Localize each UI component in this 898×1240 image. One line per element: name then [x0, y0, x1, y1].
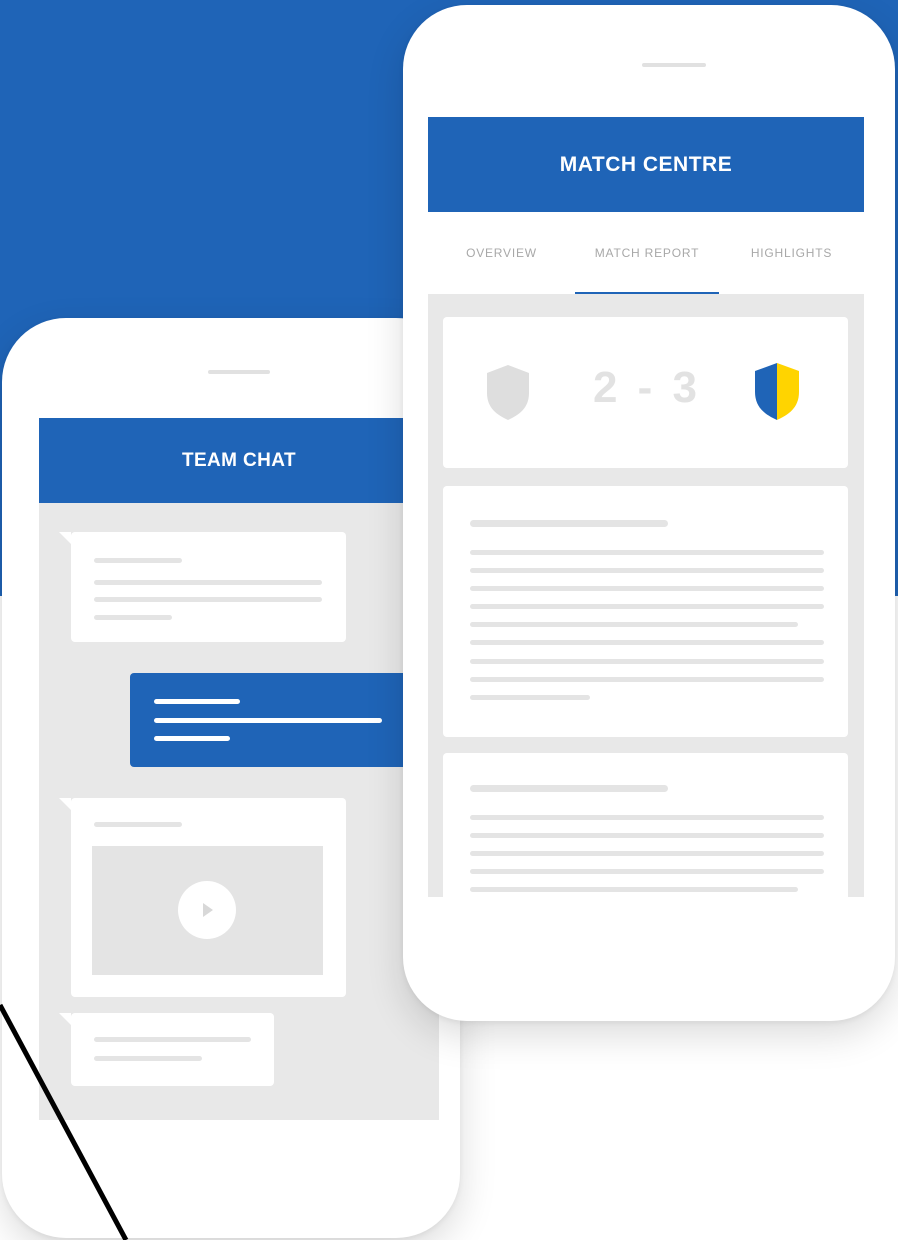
match-centre-phone: MATCH CENTRE OVERVIEW MATCH REPORT HIGHL… [403, 5, 895, 1021]
report-line [470, 851, 824, 856]
message-line [94, 580, 322, 585]
video-thumbnail[interactable] [92, 846, 323, 975]
report-line [470, 659, 824, 664]
match-report-card[interactable] [443, 753, 848, 897]
report-heading-line [470, 785, 668, 792]
play-button[interactable] [178, 881, 236, 939]
report-line [470, 640, 824, 645]
message-line [154, 718, 382, 723]
report-line [470, 869, 824, 874]
tab-highlights[interactable]: HIGHLIGHTS [719, 212, 864, 294]
report-line [470, 550, 824, 555]
report-line [470, 622, 798, 627]
score-card[interactable]: 2 - 3 [443, 317, 848, 468]
tab-match-report[interactable]: MATCH REPORT [575, 212, 719, 294]
chat-message-incoming[interactable] [59, 532, 346, 642]
message-line [94, 822, 182, 827]
report-line [470, 695, 590, 700]
message-line [94, 558, 182, 563]
home-team-crest-icon [487, 365, 529, 420]
match-centre-title: MATCH CENTRE [559, 152, 733, 176]
team-chat-screen: TEAM CHAT [39, 418, 439, 1120]
match-tabs: OVERVIEW MATCH REPORT HIGHLIGHTS [428, 212, 864, 294]
message-line [94, 1056, 202, 1061]
report-line [470, 604, 824, 609]
play-icon [203, 903, 213, 917]
report-line [470, 568, 824, 573]
report-heading-line [470, 520, 668, 527]
message-line [154, 699, 240, 704]
report-line [470, 887, 798, 892]
match-score: 2 - 3 [592, 363, 702, 412]
message-line [94, 615, 172, 620]
away-team-crest-icon [755, 363, 799, 420]
phone-speaker [208, 370, 270, 374]
message-line [94, 597, 322, 602]
message-line [154, 736, 230, 741]
match-report-card[interactable] [443, 486, 848, 737]
chat-message-video[interactable] [59, 798, 346, 997]
chat-message-outgoing[interactable] [130, 673, 439, 767]
team-chat-title: TEAM CHAT [181, 449, 297, 471]
phone-speaker [642, 63, 706, 67]
team-chat-phone: TEAM CHAT [2, 318, 460, 1238]
match-centre-header: MATCH CENTRE [428, 117, 864, 212]
chat-message-incoming[interactable] [59, 1013, 274, 1086]
report-line [470, 677, 824, 682]
tab-overview[interactable]: OVERVIEW [428, 212, 575, 294]
report-line [470, 815, 824, 820]
report-line [470, 586, 824, 591]
message-line [94, 1037, 251, 1042]
match-centre-screen: MATCH CENTRE OVERVIEW MATCH REPORT HIGHL… [428, 117, 864, 897]
report-line [470, 833, 824, 838]
team-chat-header: TEAM CHAT [39, 418, 439, 503]
match-content: 2 - 3 [428, 294, 864, 897]
